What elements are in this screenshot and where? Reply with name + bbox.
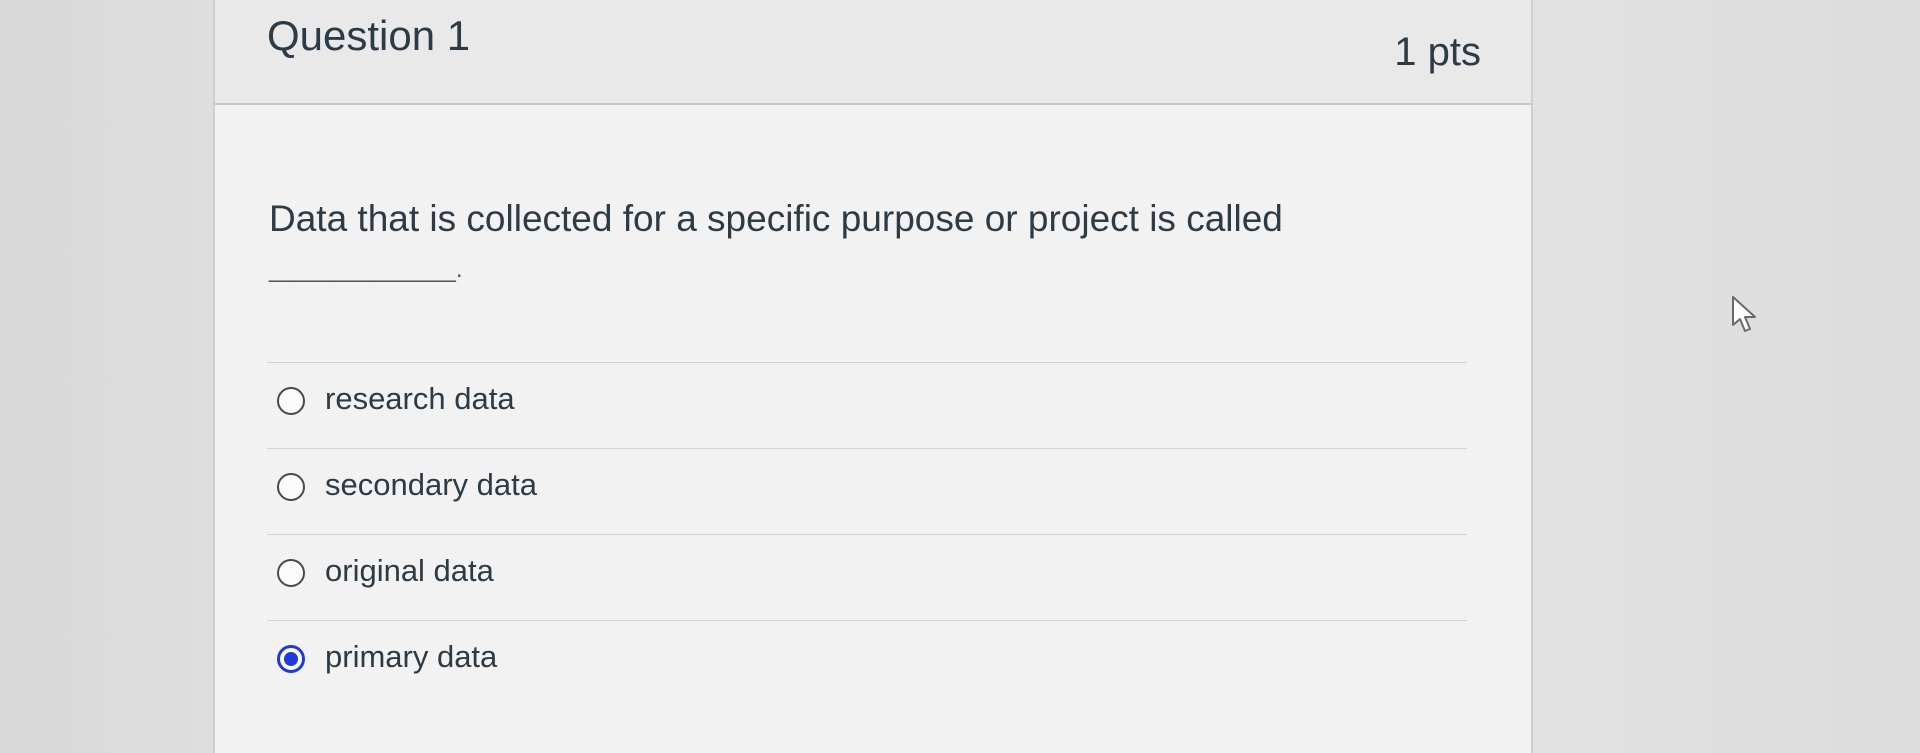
answer-list: research data secondary data original da… [267,362,1467,706]
answer-label[interactable]: original data [325,553,494,589]
question-title: Question 1 [267,12,471,59]
radio-button[interactable] [277,473,305,501]
question-text: Data that is collected for a specific pu… [269,198,1283,239]
answer-label[interactable]: research data [325,381,515,417]
answer-label[interactable]: primary data [325,639,497,675]
question-header: Question 1 1 pts [215,0,1531,105]
question-blank: ______________. [269,256,463,283]
answer-option[interactable]: original data [267,534,1467,620]
radio-button-selected[interactable] [277,645,305,673]
answer-label[interactable]: secondary data [325,467,537,503]
answer-option[interactable]: research data [267,362,1467,448]
question-points: 1 pts [1394,30,1481,74]
answer-option[interactable]: secondary data [267,448,1467,534]
radio-button[interactable] [277,387,305,415]
radio-button[interactable] [277,559,305,587]
mouse-cursor-icon [1732,296,1756,332]
answer-option[interactable]: primary data [267,620,1467,706]
quiz-question-card: Question 1 1 pts Data that is collected … [213,0,1533,753]
